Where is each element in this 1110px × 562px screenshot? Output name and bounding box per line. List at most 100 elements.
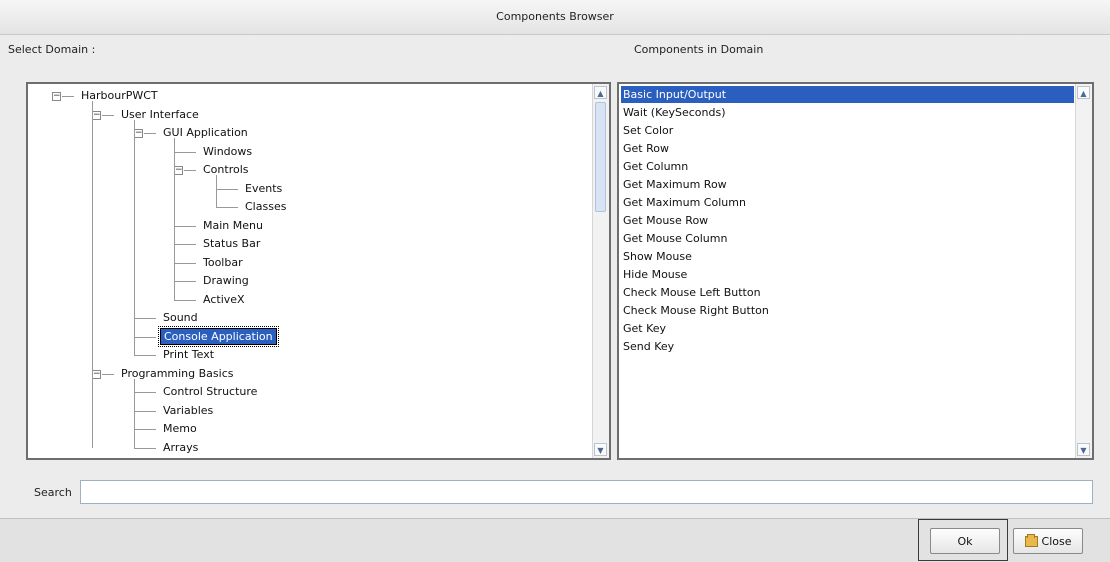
- collapse-toggle-icon[interactable]: −: [174, 166, 183, 175]
- tree-node-label: Arrays: [163, 440, 199, 454]
- tree-node-label: Drawing: [203, 274, 249, 287]
- tree-node[interactable]: Status Bar: [200, 235, 263, 252]
- tree-node[interactable]: HarbourPWCT: [78, 87, 161, 104]
- tree-node[interactable]: Sound: [160, 309, 201, 326]
- collapse-toggle-icon[interactable]: −: [92, 110, 101, 120]
- tree-connector: [216, 188, 238, 190]
- tree-node-label: User Interface: [121, 107, 199, 121]
- tree-node[interactable]: Arrays: [160, 439, 201, 456]
- tree-connector: [144, 133, 156, 134]
- tree-connector: [134, 336, 156, 338]
- tree-node[interactable]: Print Text: [160, 346, 217, 363]
- chevron-up-icon[interactable]: ▲: [1077, 86, 1090, 99]
- components-in-domain-label: Components in Domain: [634, 43, 764, 56]
- tree-node-label: Print Text: [163, 348, 215, 361]
- list-item[interactable]: Hide Mouse: [621, 266, 1074, 283]
- tree-connector: [134, 410, 156, 412]
- tree-node[interactable]: Control Structure: [160, 383, 260, 400]
- folder-icon: [1024, 533, 1038, 547]
- tree-node[interactable]: Windows: [200, 143, 255, 160]
- close-button[interactable]: Close: [1013, 528, 1083, 554]
- tree-connector: [174, 262, 196, 264]
- tree-node-label: Windows: [203, 144, 253, 158]
- close-button-label: Close: [1041, 534, 1072, 548]
- tree-connector: [174, 138, 175, 300]
- tree-node-label: Classes: [245, 200, 287, 213]
- tree-scroll-thumb[interactable]: [595, 102, 606, 212]
- tree-node-label: Main Menu: [203, 218, 263, 232]
- tree-node[interactable]: User Interface: [118, 106, 202, 123]
- tree-connector: [134, 119, 135, 355]
- tree-node[interactable]: Toolbar: [200, 254, 246, 271]
- list-item[interactable]: Check Mouse Left Button: [621, 284, 1074, 301]
- tree-connector: [134, 355, 156, 356]
- tree-connector: [216, 207, 238, 208]
- tree-node[interactable]: Classes: [242, 198, 289, 215]
- collapse-toggle-icon[interactable]: −: [134, 129, 143, 138]
- tree-connector: [134, 378, 135, 448]
- tree-node-label: Events: [245, 181, 283, 195]
- tree-node[interactable]: Drawing: [200, 272, 252, 289]
- window-title: Components Browser: [0, 0, 1110, 35]
- tree-connector: [174, 151, 196, 153]
- list-item[interactable]: Set Color: [621, 122, 1074, 139]
- list-item[interactable]: Get Column: [621, 158, 1074, 175]
- tree-node[interactable]: Controls: [200, 161, 252, 178]
- ok-button[interactable]: Ok: [930, 528, 1000, 554]
- components-list-panel[interactable]: Basic Input/Output Wait (KeySeconds) Set C…: [617, 82, 1094, 460]
- tree-scrollbar[interactable]: ▲ ▼: [592, 84, 609, 458]
- tree-node[interactable]: Console Application: [158, 325, 279, 347]
- chevron-down-icon[interactable]: ▼: [1077, 443, 1090, 456]
- collapse-toggle-icon[interactable]: −: [52, 92, 61, 101]
- list-item[interactable]: Get Mouse Row: [621, 212, 1074, 229]
- tree-node[interactable]: Events: [242, 180, 285, 197]
- list-item[interactable]: Show Mouse: [621, 248, 1074, 265]
- list-item[interactable]: Get Maximum Row: [621, 176, 1074, 193]
- list-item[interactable]: Get Maximum Column: [621, 194, 1074, 211]
- tree-node[interactable]: Programming Basics: [118, 365, 237, 382]
- list-item[interactable]: Send Key: [621, 338, 1074, 355]
- tree-node-label: ActiveX: [203, 292, 245, 306]
- list-item[interactable]: Get Mouse Column: [621, 230, 1074, 247]
- domain-tree-panel[interactable]: HarbourPWCT − User Interface − GUI Applicati…: [26, 82, 611, 460]
- tree-connector: [174, 244, 196, 245]
- tree-connector: [174, 299, 196, 301]
- tree-connector: [134, 447, 156, 449]
- tree-node-label: Toolbar: [203, 255, 243, 269]
- tree-connector: [102, 114, 114, 116]
- list-item[interactable]: Get Row: [621, 140, 1074, 157]
- tree-connector: [92, 101, 93, 448]
- tree-node-label: Sound: [163, 311, 198, 324]
- tree-connector: [174, 225, 196, 227]
- list-item[interactable]: Get Key: [621, 320, 1074, 337]
- tree-connector: [62, 96, 74, 97]
- search-label: Search: [34, 486, 72, 499]
- domain-tree[interactable]: HarbourPWCT − User Interface − GUI Applicati…: [28, 84, 593, 458]
- list-item[interactable]: Check Mouse Right Button: [621, 302, 1074, 319]
- tree-node[interactable]: Memo: [160, 420, 200, 437]
- list-item[interactable]: Wait (KeySeconds): [621, 104, 1074, 121]
- tree-node-label: Control Structure: [163, 385, 258, 398]
- components-list[interactable]: Basic Input/Output Wait (KeySeconds) Set C…: [619, 84, 1076, 458]
- tree-node-label: Status Bar: [203, 237, 261, 250]
- collapse-toggle-icon[interactable]: −: [92, 369, 101, 379]
- search-input[interactable]: [80, 480, 1093, 504]
- tree-connector: [174, 281, 196, 282]
- tree-node[interactable]: Variables: [160, 402, 216, 419]
- tree-node-label: Console Application: [158, 325, 279, 347]
- tree-connector: [134, 318, 156, 319]
- chevron-down-icon[interactable]: ▼: [594, 443, 607, 456]
- tree-connector: [134, 392, 156, 393]
- tree-connector: [184, 170, 196, 171]
- tree-node[interactable]: ActiveX: [200, 291, 248, 308]
- tree-node-label: HarbourPWCT: [81, 89, 158, 102]
- tree-node-label: Memo: [163, 422, 197, 435]
- tree-node-label: Programming Basics: [121, 366, 234, 380]
- tree-node[interactable]: Main Menu: [200, 217, 266, 234]
- tree-node-label: Controls: [203, 163, 249, 176]
- list-scrollbar[interactable]: ▲ ▼: [1075, 84, 1092, 458]
- tree-connector: [216, 175, 217, 207]
- list-item[interactable]: Basic Input/Output: [621, 86, 1074, 103]
- chevron-up-icon[interactable]: ▲: [594, 86, 607, 99]
- tree-connector: [134, 429, 156, 430]
